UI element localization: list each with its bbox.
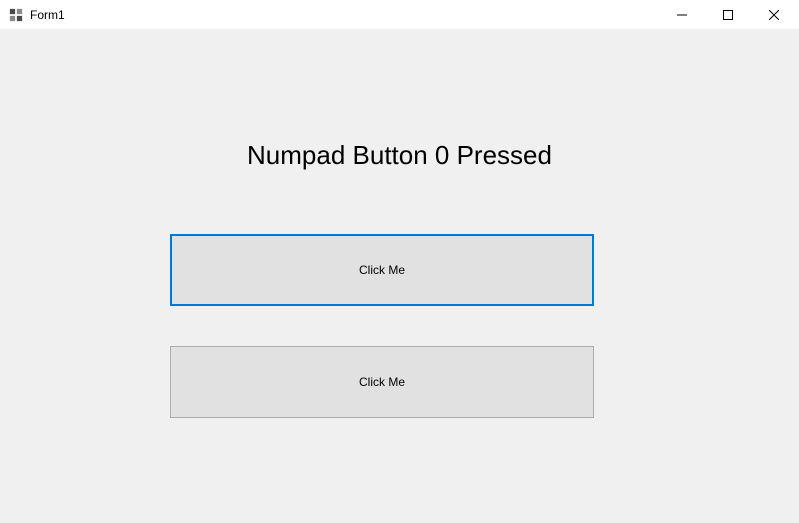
minimize-button[interactable] <box>659 0 705 29</box>
client-area: Numpad Button 0 Pressed Click Me Click M… <box>0 30 799 523</box>
titlebar: Form1 <box>0 0 799 30</box>
click-me-button-2[interactable]: Click Me <box>170 346 594 418</box>
click-me-button-1[interactable]: Click Me <box>170 234 594 306</box>
window-title: Form1 <box>30 8 659 22</box>
maximize-button[interactable] <box>705 0 751 29</box>
close-button[interactable] <box>751 0 797 29</box>
window-controls <box>659 0 797 29</box>
status-label: Numpad Button 0 Pressed <box>0 140 799 171</box>
app-icon <box>8 7 24 23</box>
